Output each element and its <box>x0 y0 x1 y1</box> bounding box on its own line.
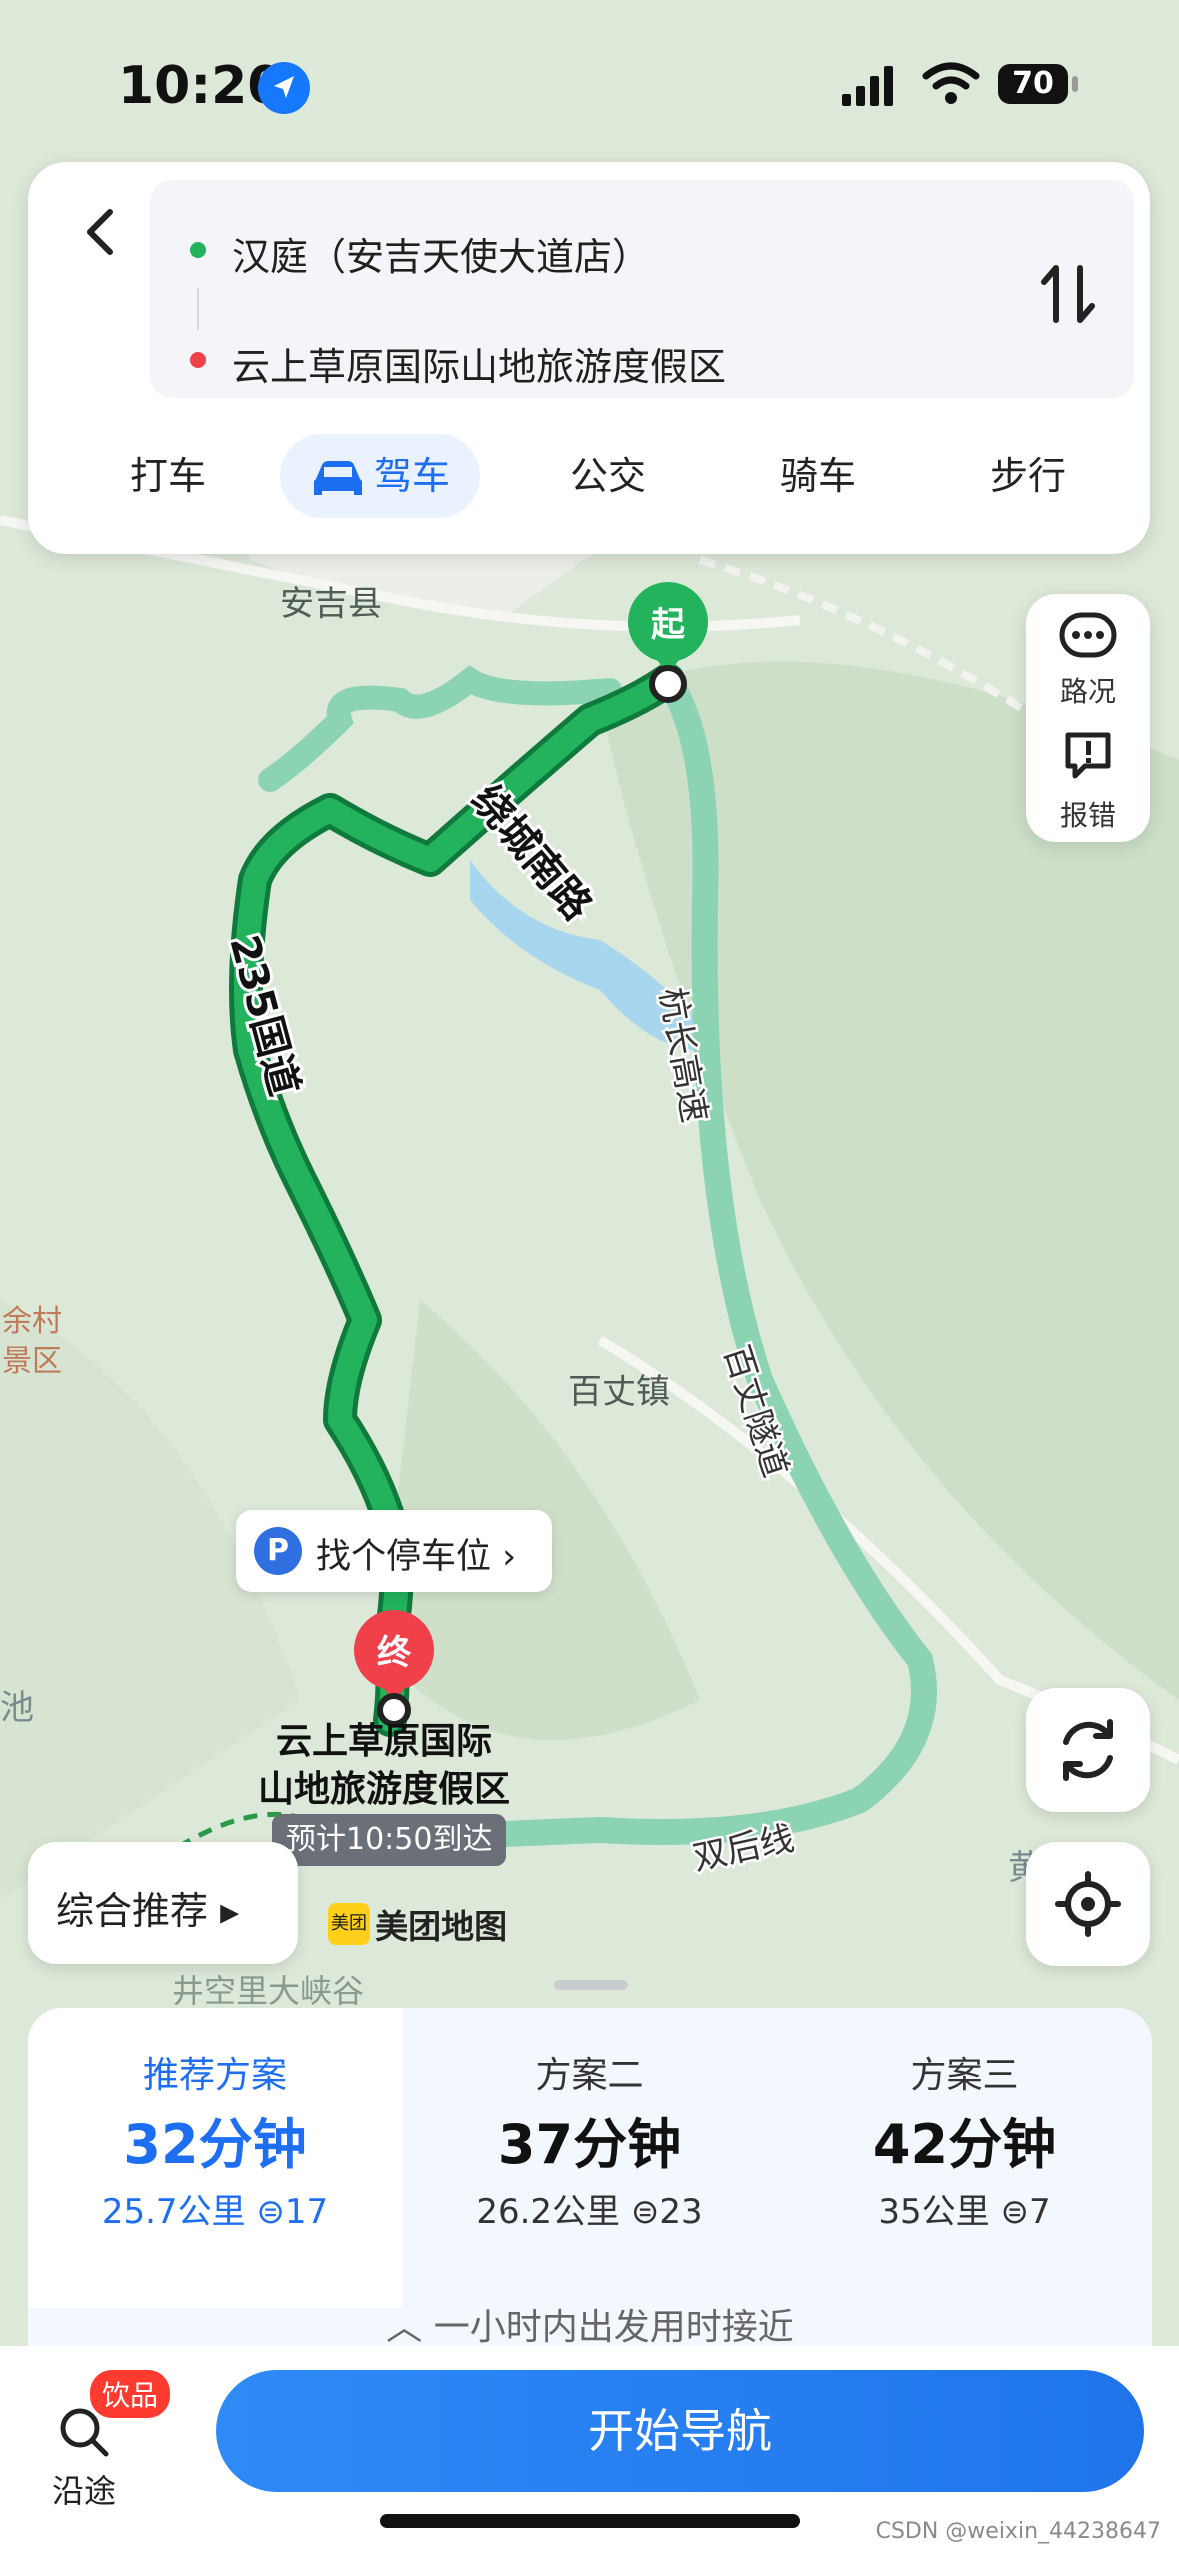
plan-card-1[interactable]: 推荐方案 32分钟 25.7公里 ⊜17 <box>28 2008 402 2308</box>
watermark: CSDN @weixin_44238647 <box>875 2519 1161 2544</box>
sort-recommend-label: 综合推荐 ▸ <box>56 1889 240 1933</box>
traffic-button[interactable]: 路况 <box>1026 594 1150 718</box>
tab-taxi[interactable]: 打车 <box>108 434 228 518</box>
route-inputs: 汉庭（安吉天使大道店） 云上草原国际山地旅游度假区 <box>150 180 1134 398</box>
tab-bike[interactable]: 骑车 <box>758 434 878 518</box>
map-tools: 路况 报错 <box>1026 594 1150 842</box>
traffic-light-icon: ⊜ <box>630 2192 660 2232</box>
report-error-button[interactable]: 报错 <box>1026 718 1150 842</box>
locate-me-button[interactable] <box>1026 1842 1150 1966</box>
place-baizhang: 百丈镇 <box>568 1372 670 1412</box>
along-route-button[interactable]: 饮品 沿途 <box>42 2370 182 2510</box>
destination-field[interactable]: 云上草原国际山地旅游度假区 <box>232 336 726 391</box>
wifi-icon <box>922 62 980 104</box>
plan-duration: 32分钟 <box>123 2113 307 2176</box>
place-anji: 安吉县 <box>280 584 382 624</box>
traffic-light-icon: ⊜ <box>256 2192 285 2232</box>
sheet-handle[interactable] <box>554 1980 628 1990</box>
departure-hint[interactable]: ︿ 一小时内出发用时接近 <box>28 2298 1152 2350</box>
status-bar: 10:20 70 <box>0 0 1179 150</box>
plan-duration: 42分钟 <box>872 2113 1057 2176</box>
eta-badge: 预计10:50到达 <box>272 1814 507 1866</box>
back-chevron-icon[interactable] <box>72 202 132 262</box>
place-jingkong: 井空里大峡谷 <box>172 1972 365 2010</box>
battery-icon: 70 <box>998 64 1068 104</box>
plan-name: 推荐方案 <box>142 2055 287 2096</box>
brand-name: 美团地图 <box>375 1907 508 1946</box>
end-marker-label: 终 <box>377 1633 412 1673</box>
along-label: 沿途 <box>52 2472 117 2510</box>
plan-card-3[interactable]: 方案三 42分钟 35公里 ⊜7 <box>777 2008 1152 2308</box>
destination-dot <box>190 352 206 368</box>
plan-name: 方案二 <box>535 2055 644 2096</box>
refresh-route-button[interactable] <box>1026 1688 1150 1812</box>
report-icon <box>1065 732 1111 779</box>
report-label: 报错 <box>1059 799 1116 832</box>
car-icon <box>313 460 362 495</box>
traffic-icon <box>1059 612 1117 658</box>
battery-cap <box>1072 76 1078 92</box>
route-connector <box>197 288 199 330</box>
place-yucun-2: 景区 <box>2 1344 62 1379</box>
plan-distance: 35公里 ⊜7 <box>878 2192 1051 2232</box>
destination-label-2: 山地旅游度假区 <box>258 1769 511 1810</box>
origin-field[interactable]: 汉庭（安吉天使大道店） <box>232 226 650 281</box>
chevron-up-icon: ︿ <box>386 2307 434 2348</box>
sort-recommend-button[interactable]: 综合推荐 ▸ <box>28 1842 298 1964</box>
plan-duration: 37分钟 <box>497 2113 682 2176</box>
origin-dot <box>190 242 206 258</box>
tab-transit[interactable]: 公交 <box>548 434 668 518</box>
find-parking-button[interactable]: P 找个停车位 › <box>236 1510 552 1592</box>
plan-distance: 26.2公里 ⊜23 <box>476 2192 703 2232</box>
location-arrow-icon <box>258 62 310 114</box>
home-indicator <box>380 2514 800 2528</box>
signal-icon <box>842 66 893 106</box>
swap-route-icon[interactable] <box>1040 262 1096 326</box>
traffic-light-icon: ⊜ <box>1000 2192 1029 2232</box>
plan-name: 方案三 <box>910 2055 1019 2096</box>
meituan-logo: 美团 <box>328 1903 370 1945</box>
meituan-map-brand: 美团 美团地图 <box>328 1900 507 1948</box>
place-chi: 池 <box>0 1688 34 1728</box>
plan-card-2[interactable]: 方案二 37分钟 26.2公里 ⊜23 <box>402 2008 777 2308</box>
transport-tabs: 打车 驾车 公交 骑车 步行 <box>28 434 1150 534</box>
locate-icon <box>1055 1871 1121 1937</box>
plan-distance: 25.7公里 ⊜17 <box>101 2192 329 2232</box>
tab-walk[interactable]: 步行 <box>968 434 1088 518</box>
traffic-label: 路况 <box>1059 675 1116 708</box>
destination-label-1: 云上草原国际 <box>276 1721 493 1762</box>
start-navigation-button[interactable]: 开始导航 <box>216 2370 1144 2492</box>
place-yucun: 余村 <box>2 1304 62 1339</box>
tab-drive[interactable]: 驾车 <box>280 434 480 518</box>
parking-icon: P <box>254 1527 302 1575</box>
start-marker-label: 起 <box>651 605 686 645</box>
tab-drive-label: 驾车 <box>373 454 450 498</box>
route-card: 汉庭（安吉天使大道店） 云上草原国际山地旅游度假区 打车 驾车 公交 骑车 步行 <box>28 162 1150 554</box>
find-parking-label: 找个停车位 › <box>316 1537 517 1577</box>
refresh-icon <box>1063 1719 1113 1781</box>
along-badge: 饮品 <box>90 2370 171 2418</box>
